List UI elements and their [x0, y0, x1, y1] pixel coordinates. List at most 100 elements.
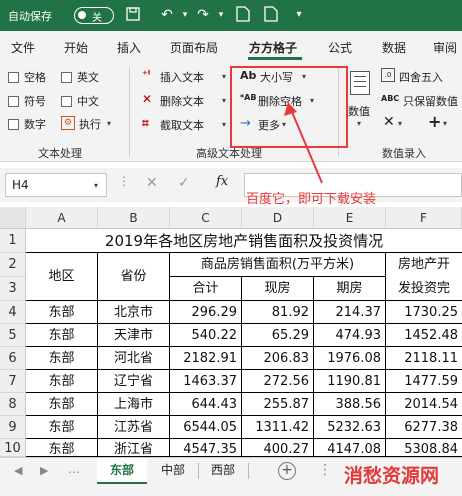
- cell[interactable]: 5232.63: [314, 416, 386, 439]
- cell[interactable]: 1190.81: [314, 370, 386, 393]
- cell[interactable]: 255.87: [242, 393, 314, 416]
- column-header-a[interactable]: A: [26, 207, 98, 229]
- customize-toolbar-icon[interactable]: ▾: [290, 6, 308, 24]
- cell[interactable]: 河北省: [98, 347, 170, 370]
- row-header[interactable]: 6: [0, 347, 26, 370]
- cell[interactable]: 272.56: [242, 370, 314, 393]
- name-box-caret-icon[interactable]: ▾: [94, 181, 98, 190]
- cell[interactable]: 北京市: [98, 301, 170, 324]
- symbol-checkbox[interactable]: [8, 96, 19, 107]
- header-total[interactable]: 合计: [170, 277, 242, 301]
- new-file-icon[interactable]: [262, 6, 280, 24]
- select-all-corner[interactable]: [0, 207, 26, 229]
- tab-fangfang[interactable]: 方方格子: [249, 39, 297, 56]
- cell[interactable]: 5308.84: [386, 439, 462, 457]
- header-investment[interactable]: 房地产开: [386, 253, 462, 277]
- english-checkbox[interactable]: [61, 72, 72, 83]
- cell[interactable]: 296.29: [170, 301, 242, 324]
- column-header-d[interactable]: D: [242, 207, 314, 229]
- cell[interactable]: 65.29: [242, 324, 314, 347]
- sheet-tab-west[interactable]: 西部: [200, 458, 246, 484]
- cell[interactable]: 1311.42: [242, 416, 314, 439]
- save-icon[interactable]: [124, 6, 142, 24]
- cell[interactable]: 400.27: [242, 439, 314, 457]
- value-button[interactable]: 数值 ▾: [344, 67, 378, 128]
- number-checkbox[interactable]: [8, 119, 19, 130]
- sheet-next-icon[interactable]: ▶: [40, 464, 48, 477]
- redo-icon[interactable]: ↷: [194, 6, 212, 24]
- space-checkbox[interactable]: [8, 72, 19, 83]
- row-header[interactable]: 10: [0, 439, 26, 457]
- cell[interactable]: 206.83: [242, 347, 314, 370]
- row-header[interactable]: 7: [0, 370, 26, 393]
- header-futures[interactable]: 期房: [314, 277, 386, 301]
- header-province[interactable]: 省份: [98, 253, 170, 301]
- cell[interactable]: 江苏省: [98, 416, 170, 439]
- cancel-icon[interactable]: ✕: [146, 175, 158, 191]
- row-header[interactable]: 8: [0, 393, 26, 416]
- tab-review[interactable]: 审阅: [433, 39, 457, 56]
- cell[interactable]: 辽宁省: [98, 370, 170, 393]
- cell[interactable]: 1477.59: [386, 370, 462, 393]
- cell[interactable]: 上海市: [98, 393, 170, 416]
- cell[interactable]: 540.22: [170, 324, 242, 347]
- row-header[interactable]: 4: [0, 301, 26, 324]
- cell[interactable]: 6277.38: [386, 416, 462, 439]
- truncate-text-button[interactable]: ⌗ 截取文本 ▾: [142, 116, 237, 134]
- sheet-tab-central[interactable]: 中部: [150, 458, 196, 484]
- cell[interactable]: 东部: [26, 439, 98, 457]
- header-sales-area[interactable]: 商品房销售面积(万平方米): [170, 253, 386, 277]
- cell[interactable]: 2014.54: [386, 393, 462, 416]
- cell[interactable]: 1976.08: [314, 347, 386, 370]
- tab-page-layout[interactable]: 页面布局: [170, 39, 218, 56]
- row-header[interactable]: 1: [0, 229, 26, 253]
- keep-value-button[interactable]: ABC 只保留数值: [381, 92, 462, 110]
- sheet-tab-east[interactable]: 东部: [97, 458, 147, 484]
- multiply-icon[interactable]: ✕: [383, 114, 395, 130]
- row-header[interactable]: 5: [0, 324, 26, 347]
- header-investment-2[interactable]: 发投资完: [386, 277, 462, 301]
- cell[interactable]: 1730.25: [386, 301, 462, 324]
- cell[interactable]: 81.92: [242, 301, 314, 324]
- cell[interactable]: 474.93: [314, 324, 386, 347]
- header-existing[interactable]: 现房: [242, 277, 314, 301]
- row-header[interactable]: 2: [0, 253, 26, 277]
- cell[interactable]: 东部: [26, 370, 98, 393]
- header-region[interactable]: 地区: [26, 253, 98, 301]
- cell[interactable]: 4547.35: [170, 439, 242, 457]
- multiply-caret-icon[interactable]: ▾: [398, 119, 402, 128]
- tab-file[interactable]: 文件: [11, 39, 35, 56]
- cell[interactable]: 东部: [26, 416, 98, 439]
- sheet-prev-icon[interactable]: ◀: [14, 464, 22, 477]
- add-sheet-icon[interactable]: +: [278, 462, 296, 480]
- cell[interactable]: 388.56: [314, 393, 386, 416]
- delete-text-button[interactable]: ✕ 删除文本 ▾: [142, 92, 237, 110]
- plus-icon[interactable]: +: [428, 112, 441, 131]
- cell[interactable]: 东部: [26, 301, 98, 324]
- tab-data[interactable]: 数据: [382, 39, 406, 56]
- chinese-checkbox[interactable]: [61, 96, 72, 107]
- insert-function-icon[interactable]: fx: [216, 174, 228, 189]
- row-header[interactable]: 3: [0, 277, 26, 301]
- print-preview-icon[interactable]: [234, 6, 252, 24]
- cell[interactable]: 东部: [26, 324, 98, 347]
- enter-icon[interactable]: ✓: [178, 175, 190, 191]
- tab-insert[interactable]: 插入: [117, 39, 141, 56]
- undo-dropdown-icon[interactable]: ▾: [176, 6, 194, 24]
- sheet-scroll-more-icon[interactable]: ⋮: [318, 462, 332, 478]
- autosave-toggle[interactable]: 关: [74, 7, 114, 24]
- cell[interactable]: 2182.91: [170, 347, 242, 370]
- cell[interactable]: 2118.11: [386, 347, 462, 370]
- cell[interactable]: 644.43: [170, 393, 242, 416]
- formula-bar-more-icon[interactable]: ⋮: [118, 174, 130, 188]
- round-button[interactable]: .0 四舍五入: [381, 68, 462, 86]
- cell[interactable]: 天津市: [98, 324, 170, 347]
- column-header-c[interactable]: C: [170, 207, 242, 229]
- redo-dropdown-icon[interactable]: ▾: [212, 6, 230, 24]
- cell[interactable]: 1463.37: [170, 370, 242, 393]
- row-header[interactable]: 9: [0, 416, 26, 439]
- tab-home[interactable]: 开始: [64, 39, 88, 56]
- tab-formulas[interactable]: 公式: [328, 39, 352, 56]
- plus-caret-icon[interactable]: ▾: [443, 119, 447, 128]
- table-title[interactable]: 2019年各地区房地产销售面积及投资情况: [26, 229, 462, 253]
